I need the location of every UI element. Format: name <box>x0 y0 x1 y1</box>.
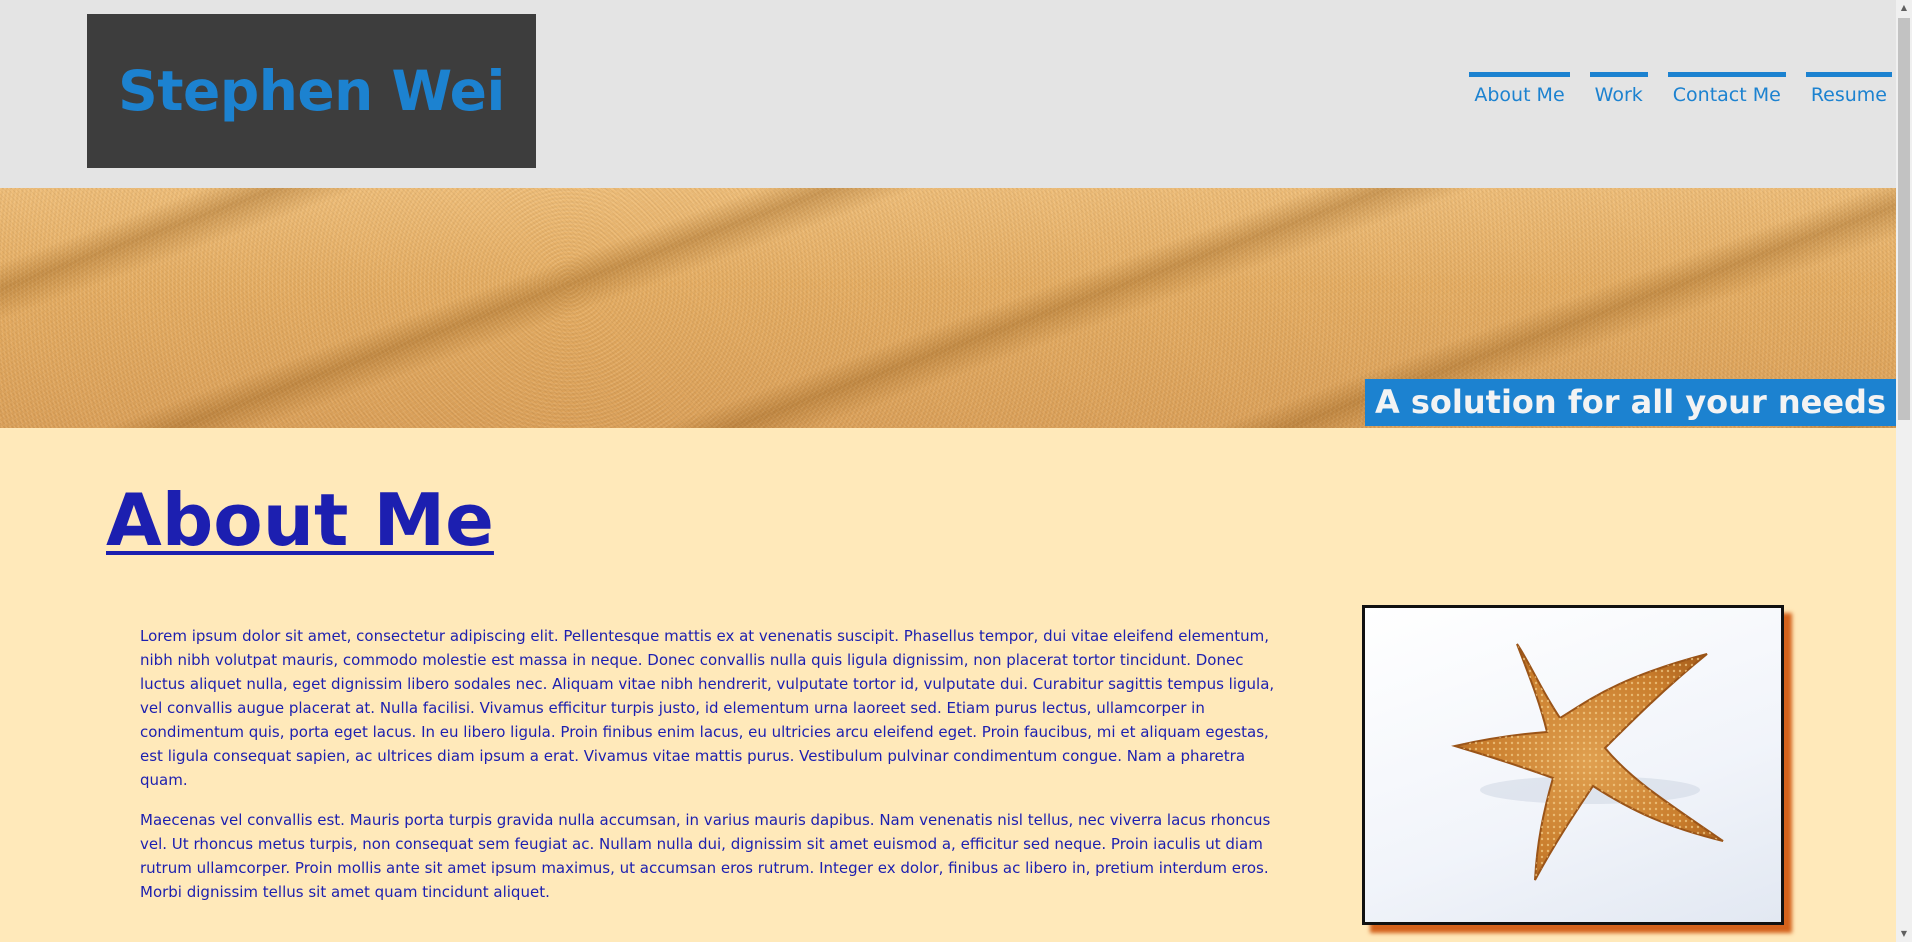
vertical-scrollbar[interactable]: ▲ ▼ <box>1896 0 1912 942</box>
hero-banner-sand: A solution for all your needs <box>0 188 1896 428</box>
site-header: Stephen Wei About Me Work Contact Me Res… <box>0 0 1896 188</box>
scrollbar-thumb[interactable] <box>1898 18 1910 420</box>
page: Stephen Wei About Me Work Contact Me Res… <box>0 0 1912 942</box>
scroll-down-arrow-icon[interactable]: ▼ <box>1896 926 1912 942</box>
logo-text: Stephen Wei <box>118 59 505 123</box>
logo[interactable]: Stephen Wei <box>87 14 536 168</box>
hero-tagline: A solution for all your needs <box>1364 379 1896 426</box>
about-text: Lorem ipsum dolor sit amet, consectetur … <box>140 624 1280 920</box>
about-me-heading[interactable]: About Me <box>106 472 494 568</box>
paragraph-1: Lorem ipsum dolor sit amet, consectetur … <box>140 627 1275 789</box>
starfish-icon <box>1451 643 1724 881</box>
paragraph-2: Maecenas vel convallis est. Mauris porta… <box>140 811 1271 901</box>
starfish-photo <box>1362 605 1784 925</box>
nav-work[interactable]: Work <box>1589 72 1648 109</box>
nav-about-me[interactable]: About Me <box>1469 72 1570 109</box>
main-nav: About Me Work Contact Me Resume <box>1469 72 1892 109</box>
nav-resume[interactable]: Resume <box>1805 72 1892 109</box>
scroll-up-arrow-icon[interactable]: ▲ <box>1896 0 1912 16</box>
nav-contact-me[interactable]: Contact Me <box>1667 72 1786 109</box>
